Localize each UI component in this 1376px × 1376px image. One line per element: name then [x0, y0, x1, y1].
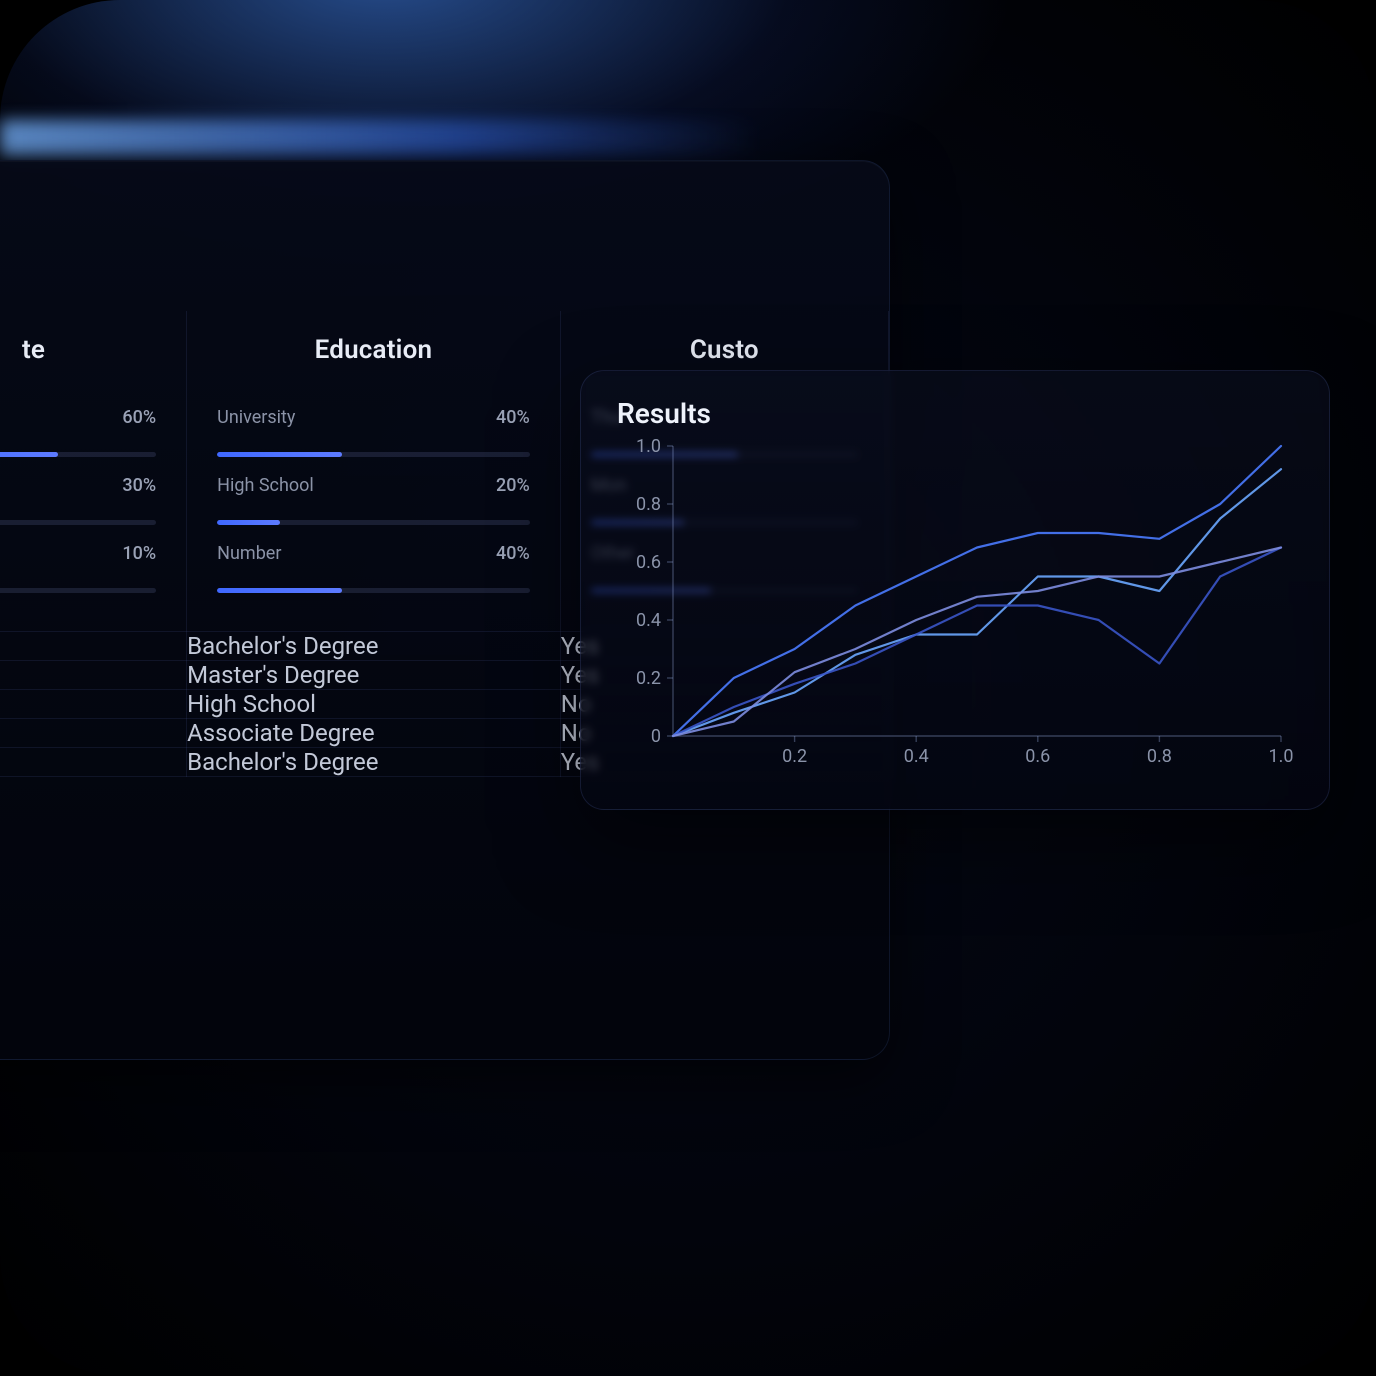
- table-cell: [0, 632, 187, 661]
- progress-track: [217, 452, 530, 457]
- svg-text:0.4: 0.4: [636, 610, 661, 631]
- progress-track: [0, 520, 156, 525]
- stat-row: High School 20%: [217, 475, 530, 525]
- table-cell: Associate Degree: [187, 719, 561, 748]
- svg-text:0.8: 0.8: [636, 494, 661, 515]
- progress-track: [217, 520, 530, 525]
- progress-fill: [217, 452, 342, 457]
- progress-track: [0, 588, 156, 593]
- column-title: Education: [217, 335, 530, 365]
- stat-label: High School: [217, 475, 314, 496]
- svg-text:0.2: 0.2: [636, 668, 661, 689]
- dashboard-stage: te 60% 30%: [0, 0, 1376, 1376]
- progress-track: [217, 588, 530, 593]
- stat-row: 10%: [0, 543, 156, 593]
- svg-text:0.2: 0.2: [782, 746, 807, 767]
- chart-title: Results: [617, 397, 1293, 430]
- column-header-education: Education University 40% High School: [187, 311, 561, 632]
- stat-row: 30%: [0, 475, 156, 525]
- svg-text:1.0: 1.0: [1269, 746, 1294, 767]
- column-header-0: te 60% 30%: [0, 311, 187, 632]
- table-cell: [0, 661, 187, 690]
- table-cell: [0, 690, 187, 719]
- stat-value: 40%: [496, 407, 530, 428]
- line-chart-svg: 0 0.2 0.4 0.6 0.8 1.0 0.2 0.4 0.6 0.8 1.0: [617, 436, 1297, 776]
- progress-fill: [0, 452, 58, 457]
- results-chart-panel: Results 0 0.2 0.4 0.6 0.8 1.0 0.2 0.4 0.6 0.8 1.0: [580, 370, 1330, 810]
- svg-text:0.8: 0.8: [1147, 746, 1172, 767]
- stat-label: Number: [217, 543, 281, 564]
- stat-value: 40%: [496, 543, 530, 564]
- stat-row: 60%: [0, 407, 156, 457]
- stat-value: 20%: [496, 475, 530, 496]
- column-title: Custo: [591, 335, 858, 365]
- svg-text:0.6: 0.6: [636, 552, 661, 573]
- stat-row: Number 40%: [217, 543, 530, 593]
- progress-fill: [217, 520, 280, 525]
- stat-label: University: [217, 407, 295, 428]
- progress-fill: [217, 588, 342, 593]
- table-cell: [0, 748, 187, 777]
- top-glow: [0, 120, 760, 156]
- table-cell: Master's Degree: [187, 661, 561, 690]
- table-cell: Bachelor's Degree: [187, 748, 561, 777]
- table-cell: Bachelor's Degree: [187, 632, 561, 661]
- svg-text:0: 0: [651, 726, 661, 747]
- stat-value: 60%: [122, 407, 156, 428]
- stat-row: University 40%: [217, 407, 530, 457]
- progress-track: [0, 452, 156, 457]
- chart-area: 0 0.2 0.4 0.6 0.8 1.0 0.2 0.4 0.6 0.8 1.0: [617, 436, 1293, 776]
- stat-value: 30%: [122, 475, 156, 496]
- table-cell: High School: [187, 690, 561, 719]
- column-title: te: [0, 335, 156, 365]
- stat-value: 10%: [122, 543, 156, 564]
- svg-text:0.6: 0.6: [1025, 746, 1050, 767]
- svg-text:1.0: 1.0: [636, 436, 661, 457]
- svg-text:0.4: 0.4: [904, 746, 929, 767]
- table-cell: [0, 719, 187, 748]
